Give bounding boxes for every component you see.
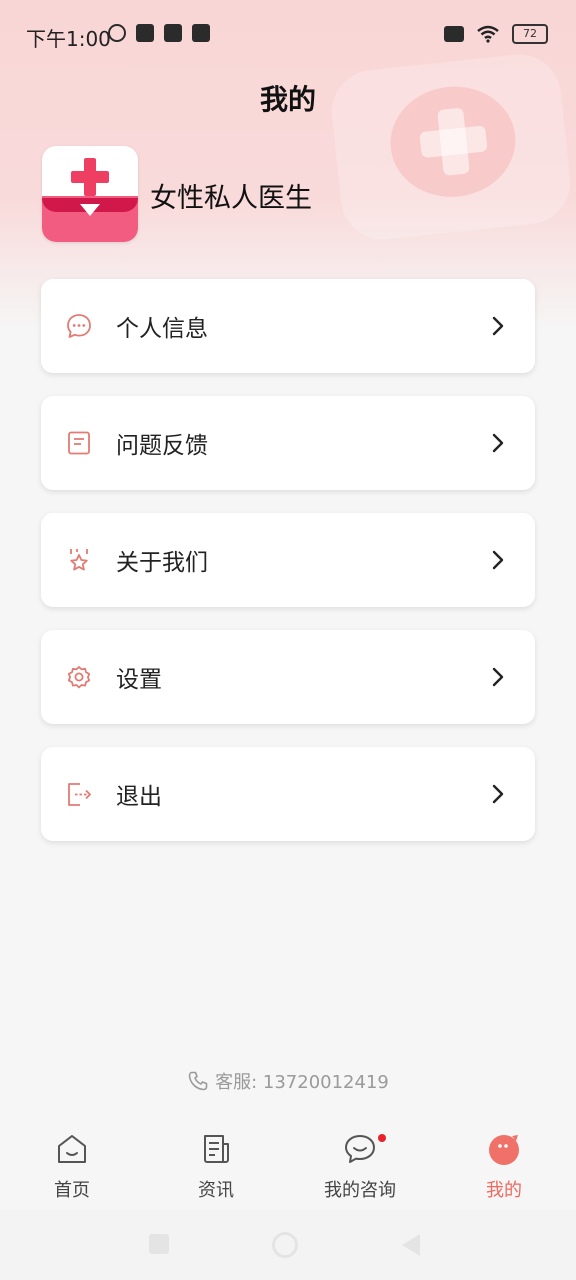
tab-label: 我的 [486, 1180, 522, 1201]
app-name: 女性私人医生 [150, 183, 312, 214]
chevron-right-icon [492, 667, 504, 687]
menu-label: 问题反馈 [116, 433, 208, 459]
tab-news[interactable]: 资讯 [144, 1118, 288, 1210]
home-icon [58, 1135, 86, 1163]
tab-label: 我的咨询 [324, 1180, 396, 1201]
chevron-right-icon [492, 316, 504, 336]
menu-label: 个人信息 [116, 316, 208, 342]
mute-icon [108, 24, 126, 42]
no-sim-icon [444, 26, 464, 42]
menu-item-logout[interactable]: 退出 [41, 747, 535, 841]
menu-label: 退出 [116, 784, 162, 810]
menu-item-personal-info[interactable]: 个人信息 [41, 279, 535, 373]
document-icon [68, 431, 90, 455]
status-bar: 下午1:00 72 [0, 0, 576, 72]
tab-label: 资讯 [198, 1180, 234, 1201]
settings-menu: 个人信息 问题反馈 关于我们 设置 退出 [41, 279, 535, 864]
bottom-tab-bar: 首页 资讯 我的咨询 我的 [0, 1118, 576, 1210]
shield-icon [164, 24, 182, 42]
logout-icon [68, 783, 91, 806]
phone-icon [188, 1071, 208, 1091]
app-logo [42, 146, 138, 242]
gear-icon [67, 666, 91, 689]
menu-item-settings[interactable]: 设置 [41, 630, 535, 724]
consult-icon [345, 1135, 375, 1163]
recents-button[interactable] [149, 1234, 169, 1254]
wifi-icon [477, 25, 499, 43]
chevron-right-icon [492, 784, 504, 804]
notification-badge [378, 1134, 386, 1142]
menu-item-about-us[interactable]: 关于我们 [41, 513, 535, 607]
news-icon [204, 1135, 229, 1163]
upload-icon [136, 24, 154, 42]
customer-service[interactable]: 客服: 13720012419 [0, 1068, 576, 1094]
menu-label: 设置 [116, 667, 162, 693]
chevron-right-icon [492, 433, 504, 453]
home-button[interactable] [272, 1232, 298, 1258]
tab-my-consultation[interactable]: 我的咨询 [288, 1118, 432, 1210]
chat-bubble-icon [67, 314, 91, 338]
system-navigation-bar [0, 1210, 576, 1280]
page-title: 我的 [259, 83, 316, 116]
menu-label: 关于我们 [116, 550, 208, 576]
tab-home[interactable]: 首页 [0, 1118, 144, 1210]
gamepad-icon [192, 24, 210, 42]
tab-mine[interactable]: 我的 [432, 1118, 576, 1210]
menu-item-feedback[interactable]: 问题反馈 [41, 396, 535, 490]
status-time: 下午1:00 [26, 27, 111, 51]
back-button[interactable] [402, 1234, 420, 1256]
chevron-right-icon [492, 550, 504, 570]
mine-icon [489, 1135, 519, 1165]
battery-indicator: 72 [512, 24, 548, 44]
star-icon [70, 549, 88, 571]
customer-service-text: 客服: 13720012419 [215, 1072, 389, 1093]
tab-label: 首页 [54, 1180, 90, 1201]
